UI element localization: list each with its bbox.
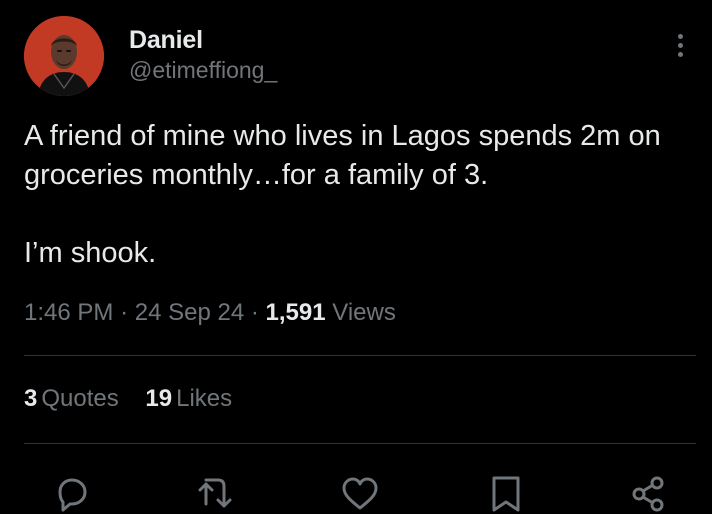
- quotes-count: 3: [24, 385, 38, 412]
- likes-label: Likes: [176, 385, 233, 412]
- display-name[interactable]: Daniel: [129, 26, 203, 55]
- tweet-paragraph: A friend of mine who lives in Lagos spen…: [24, 120, 661, 191]
- bookmark-icon: [492, 476, 520, 512]
- like-icon: [342, 477, 378, 510]
- tweet-text: A friend of mine who lives in Lagos spen…: [24, 117, 696, 273]
- reply-icon: [58, 478, 87, 512]
- avatar-image: [24, 16, 104, 96]
- tweet-paragraph: I’m shook.: [24, 237, 157, 269]
- views-count[interactable]: 1,591: [266, 299, 326, 326]
- tweet-stats: 3 Quotes 19 Likes: [24, 385, 252, 413]
- divider: [24, 355, 696, 356]
- likes-stat[interactable]: 19 Likes: [145, 385, 232, 413]
- user-handle[interactable]: @etimeffiong_: [129, 57, 277, 84]
- quotes-stat[interactable]: 3 Quotes: [24, 385, 119, 413]
- quotes-label: Quotes: [41, 385, 119, 412]
- likes-count: 19: [145, 385, 173, 412]
- bookmark-button[interactable]: [486, 474, 526, 514]
- retweet-icon: [198, 478, 232, 508]
- tweet-meta: 1:46 PM · 24 Sep 24 · 1,591 Views: [24, 299, 396, 327]
- tweet-date[interactable]: 24 Sep 24: [135, 299, 244, 326]
- divider: [24, 443, 696, 444]
- meta-separator: ·: [250, 299, 259, 326]
- retweet-button[interactable]: [196, 474, 236, 514]
- tweet-time[interactable]: 1:46 PM: [24, 299, 113, 326]
- like-button[interactable]: [340, 474, 380, 514]
- share-button[interactable]: [628, 474, 668, 514]
- meta-separator: ·: [120, 299, 129, 326]
- share-icon: [632, 476, 664, 512]
- avatar[interactable]: [24, 16, 104, 96]
- views-label[interactable]: Views: [332, 299, 396, 326]
- more-options-icon[interactable]: [670, 34, 690, 64]
- reply-button[interactable]: [52, 474, 92, 514]
